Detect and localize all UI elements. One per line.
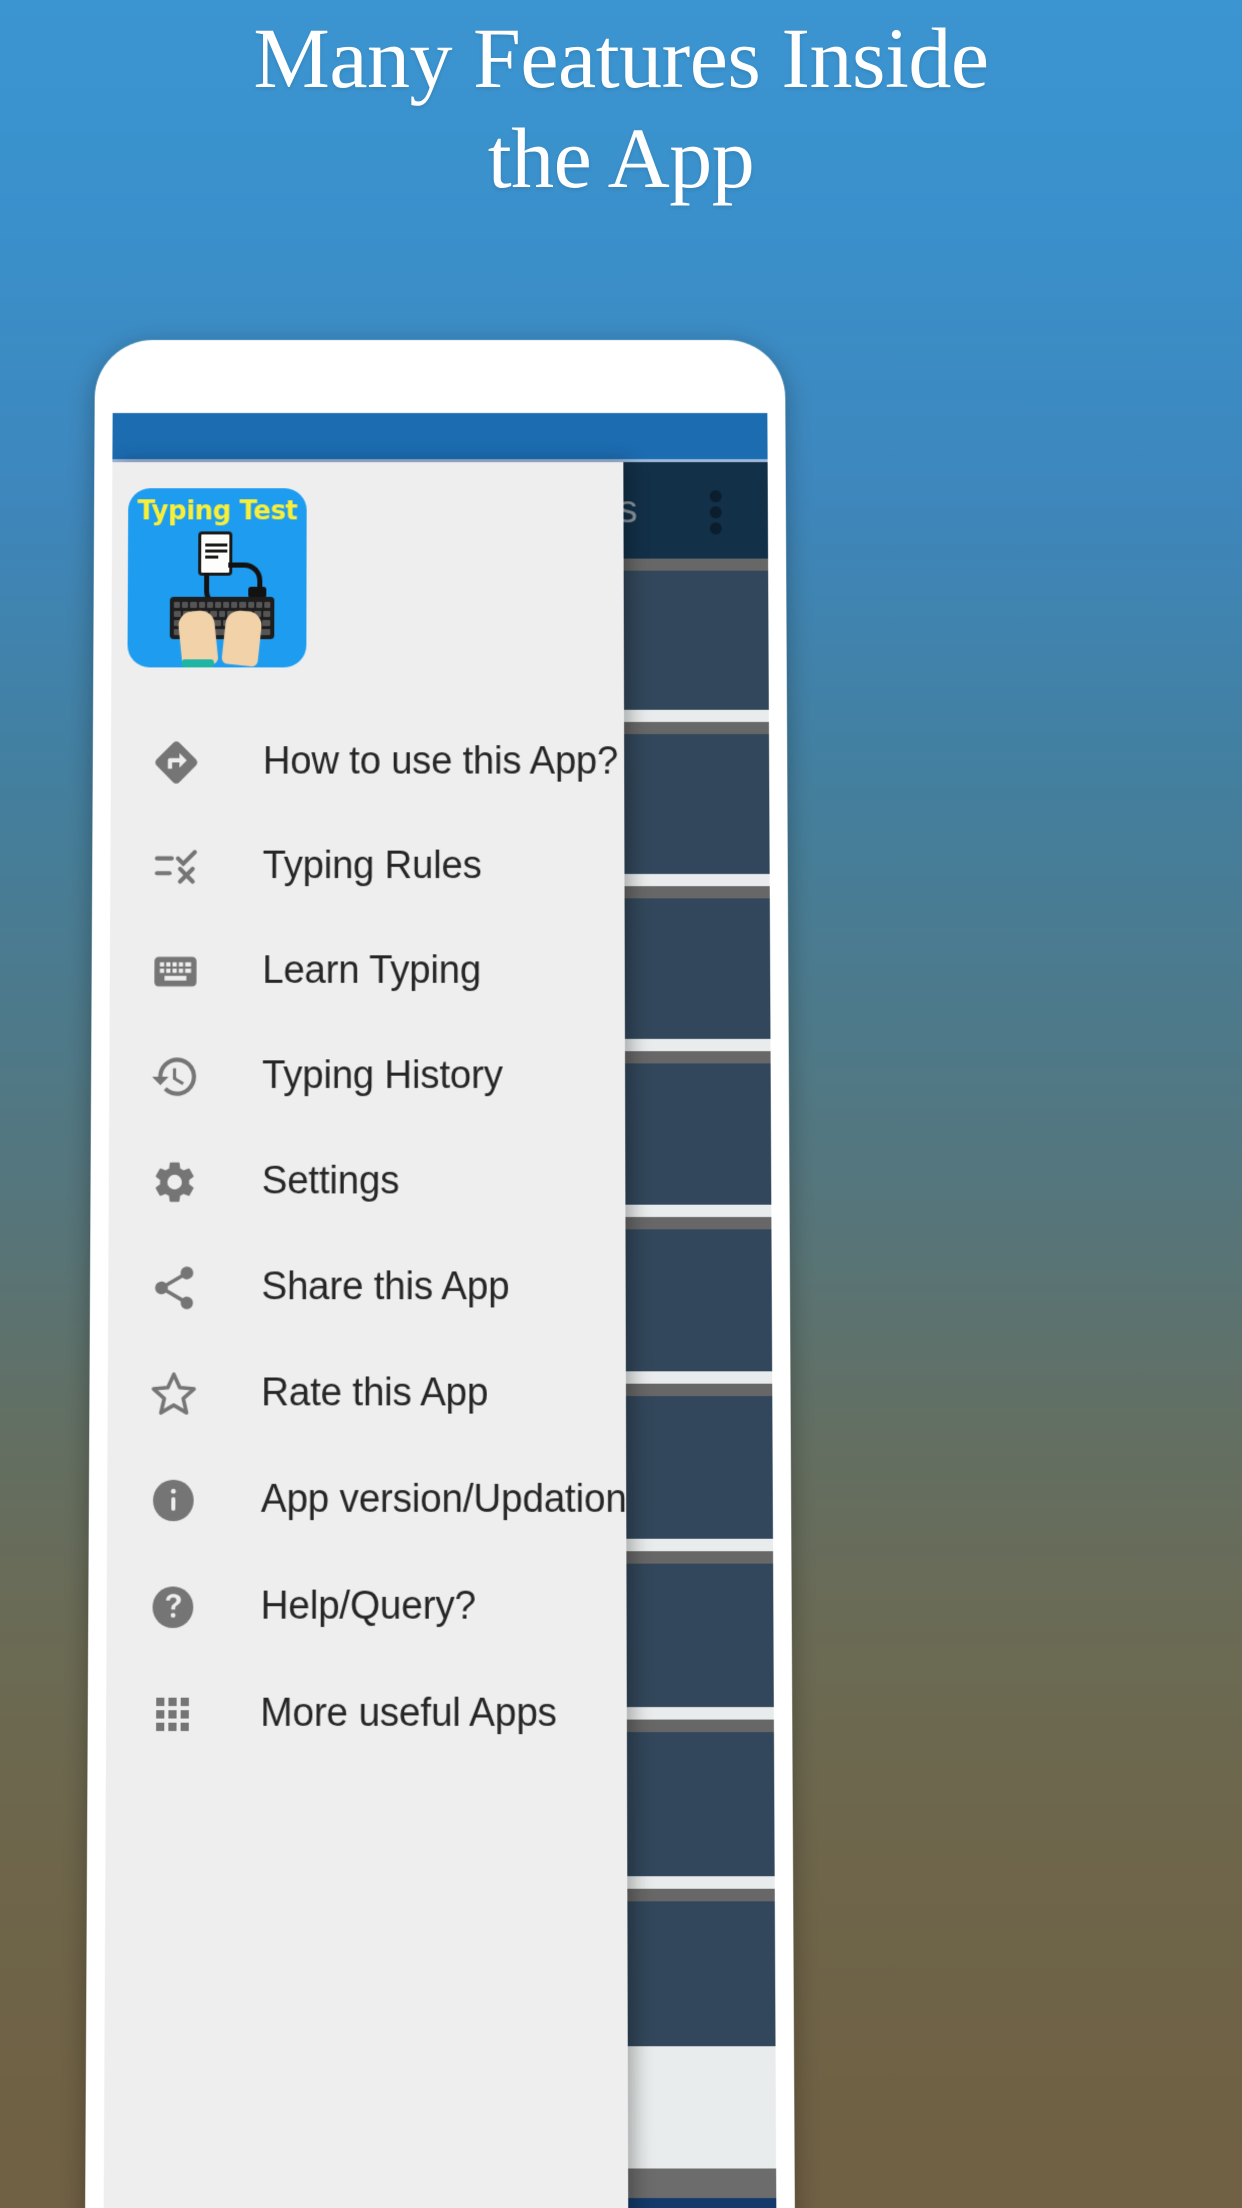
drawer-item-label: Typing History [261, 1054, 503, 1098]
app-icon-title: Typing Test [137, 496, 298, 527]
document-icon [198, 531, 233, 576]
drawer-item-app-version[interactable]: App version/Updation [107, 1447, 627, 1554]
history-icon [147, 1048, 204, 1105]
drawer-item-help[interactable]: Help/Query? [106, 1553, 626, 1660]
page-title-line-2: the App [487, 110, 755, 206]
drawer-item-label: Help/Query? [260, 1584, 476, 1629]
help-circle-icon [144, 1578, 201, 1636]
drawer-menu: How to use this App? Typing Rules Learn … [106, 710, 627, 1768]
sleeve-illustration [181, 659, 214, 668]
typing-test-app-icon: Typing Test [127, 488, 307, 668]
promo-screenshot: Many Features Inside the App ns [0, 0, 1242, 2208]
rule-icon [148, 838, 205, 895]
share-icon [146, 1259, 203, 1317]
phone-mockup: ns Install Now [84, 340, 796, 2208]
gear-icon [146, 1153, 203, 1210]
directions-icon [148, 734, 205, 791]
drawer-item-how-to-use[interactable]: How to use this App? [111, 710, 625, 814]
apps-grid-icon [144, 1685, 201, 1743]
hand-illustration [221, 609, 263, 668]
drawer-item-more-apps[interactable]: More useful Apps [106, 1660, 627, 1767]
phone-screen: ns Install Now [103, 413, 777, 2208]
drawer-item-learn-typing[interactable]: Learn Typing [110, 919, 625, 1024]
overflow-dot [709, 522, 722, 535]
overflow-menu-icon[interactable] [709, 490, 722, 535]
star-outline-icon [145, 1365, 202, 1423]
drawer-item-typing-history[interactable]: Typing History [109, 1024, 625, 1129]
page-title: Many Features Inside the App [0, 8, 1242, 208]
status-bar [112, 413, 768, 460]
page-title-line-1: Many Features Inside [253, 10, 989, 106]
keyboard-icon [147, 943, 204, 1000]
drawer-item-share[interactable]: Share this App [108, 1234, 626, 1340]
drawer-header: Typing Test [111, 462, 624, 710]
drawer-item-rate[interactable]: Rate this App [107, 1340, 626, 1446]
drawer-item-label: Rate this App [261, 1371, 489, 1415]
drawer-item-label: Learn Typing [262, 949, 482, 992]
overflow-dot [709, 506, 722, 519]
drawer-item-label: More useful Apps [260, 1691, 557, 1736]
drawer-item-label: How to use this App? [262, 740, 619, 783]
drawer-item-label: Typing Rules [262, 844, 482, 888]
drawer-item-typing-rules[interactable]: Typing Rules [110, 814, 625, 919]
info-icon [145, 1471, 202, 1529]
drawer-item-label: Settings [261, 1159, 400, 1203]
drawer-item-settings[interactable]: Settings [109, 1129, 626, 1235]
drawer-item-label: App version/Updation [260, 1477, 627, 1522]
drawer-item-label: Share this App [261, 1265, 510, 1309]
navigation-drawer: Typing Test How to use this App? Typing … [103, 462, 629, 2208]
overflow-dot [709, 490, 722, 503]
